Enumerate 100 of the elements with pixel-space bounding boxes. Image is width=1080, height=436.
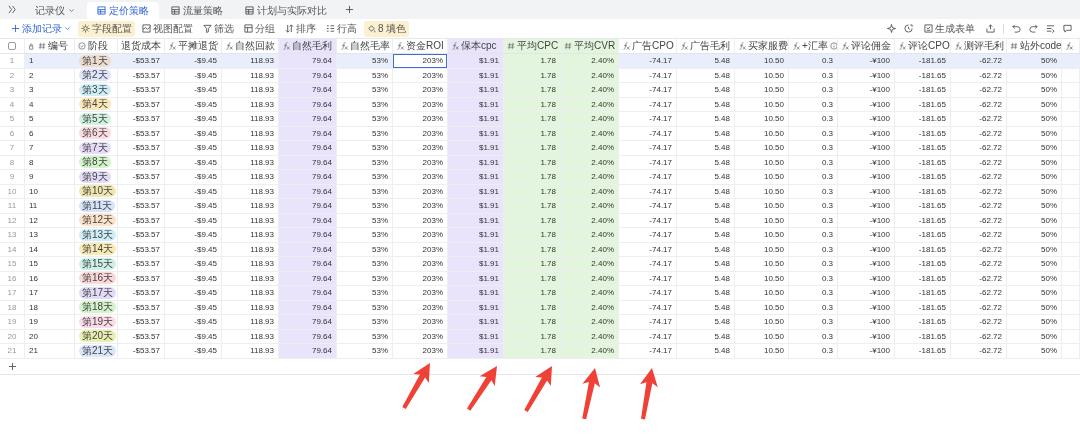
sheet-tab[interactable]: 定价策略 xyxy=(87,2,159,19)
column-header[interactable]: 平均CPC xyxy=(504,39,561,53)
table-cell: 2.40% xyxy=(561,83,619,97)
row-number: 3 xyxy=(9,85,15,95)
table-cell: 21 xyxy=(29,346,38,356)
add-tab-icon[interactable] xyxy=(345,5,354,14)
table-cell: 1.78 xyxy=(504,344,561,358)
table-cell: 1.78 xyxy=(504,286,561,300)
table-cell: 19 xyxy=(29,317,38,327)
table-cell: -62.72 xyxy=(951,54,1007,68)
table-icon xyxy=(245,6,254,15)
row-number: 11 xyxy=(7,201,17,211)
column-header[interactable]: 站外code xyxy=(1007,39,1062,53)
table-cell: 14 xyxy=(29,244,38,254)
sheet-tab[interactable]: 流量策略 xyxy=(161,2,233,19)
list-icon[interactable] xyxy=(1046,24,1055,33)
toolbar-button[interactable]: 8 填色 xyxy=(364,20,410,37)
stage-tag: 第8天 xyxy=(79,156,111,169)
table-cell: 10 xyxy=(29,186,38,196)
table-cell: 1.78 xyxy=(504,112,561,126)
stage-tag: 第5天 xyxy=(79,112,111,125)
stage-tag: 第7天 xyxy=(79,141,111,154)
share-icon[interactable] xyxy=(986,24,995,33)
table-cell: 2.40% xyxy=(561,228,619,242)
comment-icon[interactable] xyxy=(1063,24,1072,33)
stage-tag: 第20天 xyxy=(79,330,117,343)
row-number: 17 xyxy=(7,288,17,298)
toolbar-button[interactable]: 分组 xyxy=(241,20,278,37)
table-cell: 18 xyxy=(29,302,38,312)
table-cell: 1.78 xyxy=(504,170,561,184)
table-cell: 16 xyxy=(29,273,38,283)
add-row-icon[interactable] xyxy=(8,361,17,371)
table-cell: 1.78 xyxy=(504,199,561,213)
row-number: 1 xyxy=(9,56,15,66)
add-record-button[interactable]: 添加记录 xyxy=(8,20,74,37)
sheet-tab[interactable]: 计划与实际对比 xyxy=(235,2,337,19)
grid-icon xyxy=(244,24,253,33)
generate-form-button[interactable]: 生成表单 xyxy=(921,20,978,37)
history-icon[interactable] xyxy=(904,24,913,33)
table-cell: 1.78 xyxy=(504,141,561,155)
row-number: 16 xyxy=(7,273,17,283)
toolbar-button[interactable]: 视图配置 xyxy=(139,20,196,37)
table-cell: $1.91 xyxy=(448,112,504,126)
table-cell: 5 xyxy=(29,114,34,124)
formula-icon xyxy=(738,42,746,50)
column-header[interactable]: 退货成本 xyxy=(118,39,165,53)
column-header[interactable]: 保本cpc xyxy=(448,39,504,53)
table-cell: -¥100 xyxy=(838,54,895,68)
table-cell: 2.40% xyxy=(561,199,619,213)
stage-tag: 第21天 xyxy=(79,344,117,357)
column-header[interactable]: 平均CVR xyxy=(561,39,619,53)
toolbar-button[interactable]: 字段配置 xyxy=(78,20,135,37)
column-header[interactable]: 阶段 xyxy=(75,39,118,53)
stage-tag: 第6天 xyxy=(79,127,111,140)
table-cell: 2.40% xyxy=(561,54,619,68)
stage-tag: 第11天 xyxy=(79,199,116,212)
expand-icon[interactable] xyxy=(8,5,17,14)
redo-icon[interactable] xyxy=(1029,24,1038,33)
table-cell: 15 xyxy=(29,259,38,269)
table-cell: 6 xyxy=(29,128,34,138)
table-cell: 5.48 xyxy=(677,54,735,68)
table-cell: $1.91 xyxy=(448,54,504,68)
row-number: 6 xyxy=(9,128,15,138)
table-cell: 13 xyxy=(29,230,38,240)
undo-icon[interactable] xyxy=(1012,24,1021,33)
table-cell: 7 xyxy=(29,143,34,153)
table-cell: 12 xyxy=(29,215,38,225)
formula-icon xyxy=(282,42,290,50)
stage-tag: 第19天 xyxy=(79,315,117,328)
table-cell: 79.64 xyxy=(279,228,337,242)
table-icon xyxy=(97,6,106,15)
toolbar-button[interactable]: 行高 xyxy=(323,20,360,37)
stage-tag: 第18天 xyxy=(79,301,117,314)
formula-icon xyxy=(792,42,800,50)
table-cell: 79.64 xyxy=(279,286,337,300)
column-header[interactable]: 自然毛利 xyxy=(279,39,337,53)
annotation-arrow xyxy=(524,366,552,413)
stage-tag: 第12天 xyxy=(79,214,117,227)
select-all-checkbox[interactable] xyxy=(8,42,16,50)
sparkle-icon[interactable] xyxy=(887,24,896,33)
formula-icon xyxy=(680,42,688,50)
stage-tag: 第17天 xyxy=(79,286,117,299)
table-cell: 10.50 xyxy=(735,54,789,68)
toolbar-button[interactable]: 排序 xyxy=(282,20,319,37)
toolbar-button[interactable]: 筛选 xyxy=(200,20,237,37)
row-number: 9 xyxy=(9,172,15,182)
stage-tag: 第1天 xyxy=(79,54,111,67)
table-cell: 20 xyxy=(29,331,38,341)
table-cell: 11 xyxy=(29,201,38,211)
annotation-arrow xyxy=(640,368,658,420)
lock-icon xyxy=(28,42,36,50)
table-cell: 79.64 xyxy=(279,257,337,271)
stage-tag: 第14天 xyxy=(79,243,117,256)
formula-icon xyxy=(622,42,630,50)
sheet-tab[interactable]: 记录仪 xyxy=(25,2,85,19)
formula-icon xyxy=(954,42,962,50)
row-number: 5 xyxy=(9,114,15,124)
table-cell: 2.40% xyxy=(561,286,619,300)
table-cell: -$53.57 xyxy=(118,54,165,68)
formula-icon xyxy=(225,42,233,50)
